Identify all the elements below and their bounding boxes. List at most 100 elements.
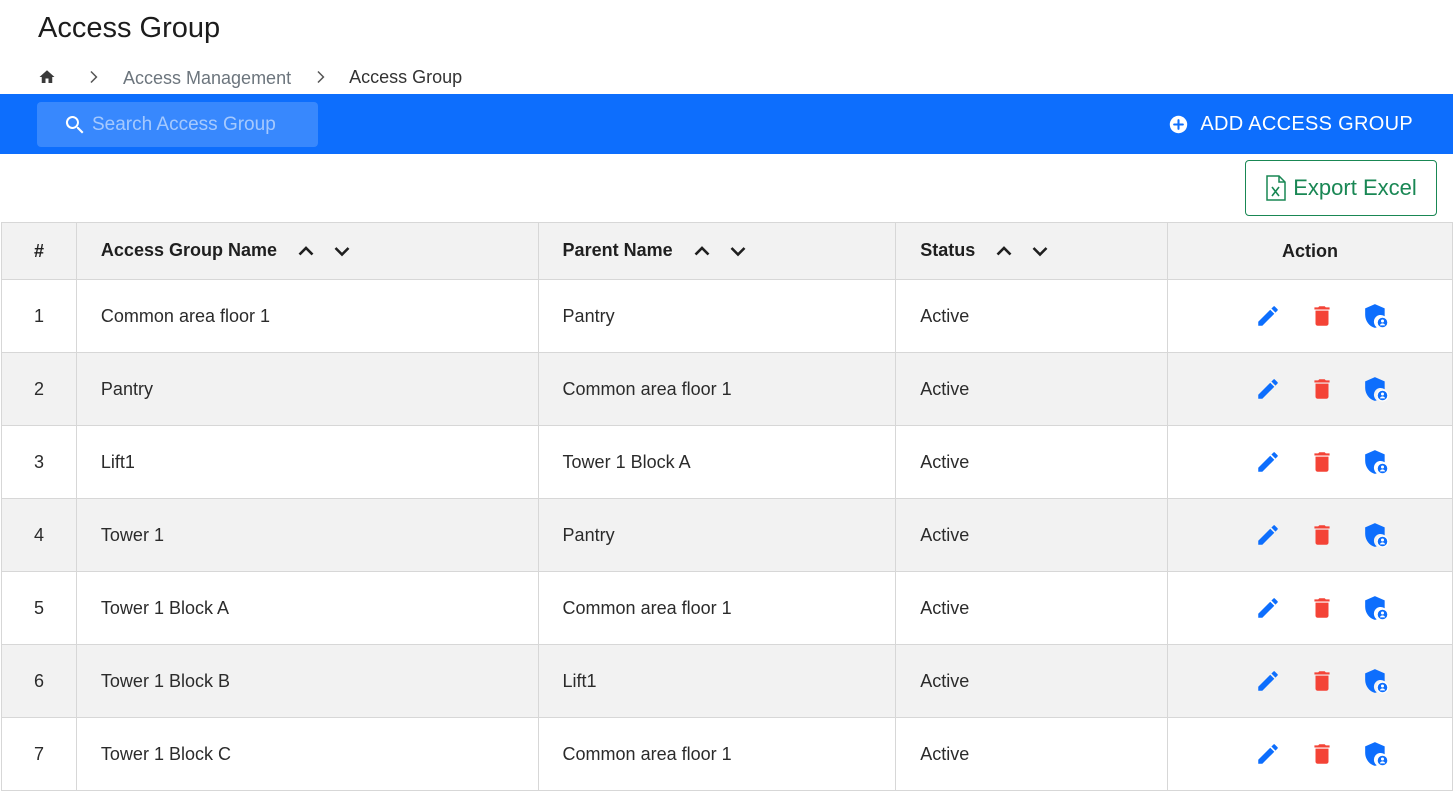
shield-user-icon[interactable] bbox=[1363, 522, 1389, 548]
delete-icon[interactable] bbox=[1309, 595, 1335, 621]
table-row: 7 Tower 1 Block C Common area floor 1 Ac… bbox=[1, 717, 1453, 791]
delete-icon[interactable] bbox=[1309, 668, 1335, 694]
delete-icon[interactable] bbox=[1309, 303, 1335, 329]
column-header-label: Parent Name bbox=[562, 239, 673, 260]
home-icon[interactable] bbox=[38, 68, 56, 86]
action-cell bbox=[1167, 717, 1453, 791]
column-header-parent-name: Parent Name bbox=[537, 222, 897, 280]
table-row: 6 Tower 1 Block B Lift1 Active bbox=[1, 644, 1453, 718]
edit-icon[interactable] bbox=[1255, 741, 1281, 767]
edit-icon[interactable] bbox=[1255, 376, 1281, 402]
row-actions bbox=[1192, 668, 1452, 694]
plus-circle-icon bbox=[1169, 115, 1188, 134]
parent-name-cell: Pantry bbox=[537, 498, 897, 572]
row-number: 6 bbox=[1, 644, 77, 718]
row-actions bbox=[1192, 595, 1452, 621]
row-number: 3 bbox=[1, 425, 77, 499]
edit-icon[interactable] bbox=[1255, 522, 1281, 548]
action-cell bbox=[1167, 571, 1453, 645]
column-header-status: Status bbox=[895, 222, 1169, 280]
delete-icon[interactable] bbox=[1309, 376, 1335, 402]
sort-controls bbox=[294, 239, 366, 263]
row-actions bbox=[1192, 303, 1452, 329]
row-number: 5 bbox=[1, 571, 77, 645]
shield-user-icon[interactable] bbox=[1363, 376, 1389, 402]
search-icon bbox=[63, 113, 87, 137]
action-cell bbox=[1167, 279, 1453, 353]
action-cell bbox=[1167, 498, 1453, 572]
sort-descending-icon[interactable] bbox=[1028, 239, 1052, 263]
add-access-group-button[interactable]: ADD ACCESS GROUP bbox=[1169, 108, 1413, 140]
breadcrumb: Access Management Access Group bbox=[38, 64, 462, 90]
delete-icon[interactable] bbox=[1309, 449, 1335, 475]
status-cell: Active bbox=[895, 352, 1169, 426]
table-row: 4 Tower 1 Pantry Active bbox=[1, 498, 1453, 572]
breadcrumb-access-group: Access Group bbox=[349, 66, 463, 87]
chevron-right-icon bbox=[84, 68, 102, 86]
parent-name-cell: Common area floor 1 bbox=[537, 571, 897, 645]
search-box bbox=[37, 102, 318, 147]
table-row: 3 Lift1 Tower 1 Block A Active bbox=[1, 425, 1453, 499]
export-excel-label: Export Excel bbox=[1293, 175, 1417, 200]
status-cell: Active bbox=[895, 717, 1169, 791]
table-body: 1 Common area floor 1 Pantry Active 2 Pa… bbox=[1, 279, 1453, 791]
access-group-name-cell: Tower 1 Block B bbox=[75, 644, 539, 718]
sort-ascending-icon[interactable] bbox=[294, 239, 318, 263]
table-row: 2 Pantry Common area floor 1 Active bbox=[1, 352, 1453, 426]
edit-icon[interactable] bbox=[1255, 595, 1281, 621]
parent-name-cell: Lift1 bbox=[537, 644, 897, 718]
parent-name-cell: Pantry bbox=[537, 279, 897, 353]
row-number: 1 bbox=[1, 279, 77, 353]
column-header-action: Action bbox=[1167, 222, 1453, 280]
parent-name-cell: Tower 1 Block A bbox=[537, 425, 897, 499]
export-excel-button[interactable]: Export Excel bbox=[1245, 160, 1437, 216]
access-group-name-cell: Common area floor 1 bbox=[75, 279, 539, 353]
row-number: 2 bbox=[1, 352, 77, 426]
page-title: Access Group bbox=[38, 12, 221, 44]
row-actions bbox=[1192, 741, 1452, 767]
status-cell: Active bbox=[895, 425, 1169, 499]
status-cell: Active bbox=[895, 279, 1169, 353]
sort-descending-icon[interactable] bbox=[726, 239, 750, 263]
row-number: 7 bbox=[1, 717, 77, 791]
delete-icon[interactable] bbox=[1309, 522, 1335, 548]
sort-ascending-icon[interactable] bbox=[690, 239, 714, 263]
chevron-right-icon bbox=[311, 68, 329, 86]
access-group-name-cell: Tower 1 bbox=[75, 498, 539, 572]
sort-controls bbox=[690, 239, 762, 263]
breadcrumb-access-management[interactable]: Access Management bbox=[123, 68, 291, 89]
parent-name-cell: Common area floor 1 bbox=[537, 352, 897, 426]
column-header-number: # bbox=[1, 222, 77, 280]
sort-ascending-icon[interactable] bbox=[992, 239, 1016, 263]
search-input[interactable] bbox=[92, 102, 312, 147]
sort-controls bbox=[992, 239, 1064, 263]
add-access-group-label: ADD ACCESS GROUP bbox=[1200, 112, 1413, 135]
shield-user-icon[interactable] bbox=[1363, 303, 1389, 329]
action-cell bbox=[1167, 352, 1453, 426]
status-cell: Active bbox=[895, 498, 1169, 572]
access-group-name-cell: Pantry bbox=[75, 352, 539, 426]
action-cell bbox=[1167, 644, 1453, 718]
row-number: 4 bbox=[1, 498, 77, 572]
shield-user-icon[interactable] bbox=[1363, 668, 1389, 694]
status-cell: Active bbox=[895, 571, 1169, 645]
edit-icon[interactable] bbox=[1255, 668, 1281, 694]
edit-icon[interactable] bbox=[1255, 449, 1281, 475]
parent-name-cell: Common area floor 1 bbox=[537, 717, 897, 791]
sort-descending-icon[interactable] bbox=[330, 239, 354, 263]
row-actions bbox=[1192, 449, 1452, 475]
access-group-name-cell: Lift1 bbox=[75, 425, 539, 499]
column-header-label: Access Group Name bbox=[100, 239, 277, 260]
access-group-table: # Access Group Name Parent Name Status A… bbox=[1, 222, 1453, 791]
excel-file-icon bbox=[1265, 175, 1287, 201]
table-row: 5 Tower 1 Block A Common area floor 1 Ac… bbox=[1, 571, 1453, 645]
shield-user-icon[interactable] bbox=[1363, 595, 1389, 621]
shield-user-icon[interactable] bbox=[1363, 449, 1389, 475]
column-header-label: Status bbox=[920, 239, 976, 260]
shield-user-icon[interactable] bbox=[1363, 741, 1389, 767]
delete-icon[interactable] bbox=[1309, 741, 1335, 767]
table-row: 1 Common area floor 1 Pantry Active bbox=[1, 279, 1453, 353]
edit-icon[interactable] bbox=[1255, 303, 1281, 329]
row-actions bbox=[1192, 522, 1452, 548]
access-group-name-cell: Tower 1 Block A bbox=[75, 571, 539, 645]
